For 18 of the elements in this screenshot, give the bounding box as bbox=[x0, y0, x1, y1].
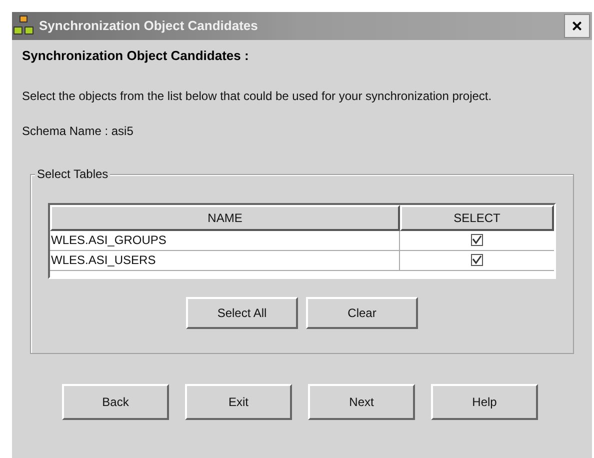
column-header[interactable]: SELECT bbox=[400, 204, 554, 230]
schema-name-text: Schema Name : asi5 bbox=[22, 122, 134, 140]
description-text: Select the objects from the list below that could be used for your synchronization project. bbox=[22, 88, 493, 104]
table-cell: WLES.ASI_GROUPS bbox=[50, 230, 400, 250]
checkbox[interactable] bbox=[471, 254, 483, 266]
window-title: Synchronization Object Candidates bbox=[39, 17, 258, 36]
dialog-button[interactable]: Help bbox=[431, 384, 538, 420]
heading: Synchronization Object Candidates : bbox=[22, 47, 250, 65]
close-button[interactable]: × bbox=[564, 14, 590, 38]
app-icon bbox=[13, 15, 35, 37]
table-cell: WLES.ASI_USERS bbox=[50, 250, 400, 270]
dialog-button[interactable]: Select All bbox=[186, 296, 298, 328]
column-header[interactable]: NAME bbox=[50, 204, 400, 230]
dialog-button[interactable]: Clear bbox=[306, 296, 418, 328]
dialog-button[interactable]: Exit bbox=[185, 384, 292, 420]
dialog-button[interactable]: Back bbox=[62, 384, 169, 420]
dialog-button[interactable]: Next bbox=[308, 384, 415, 420]
checkbox[interactable] bbox=[471, 234, 483, 246]
